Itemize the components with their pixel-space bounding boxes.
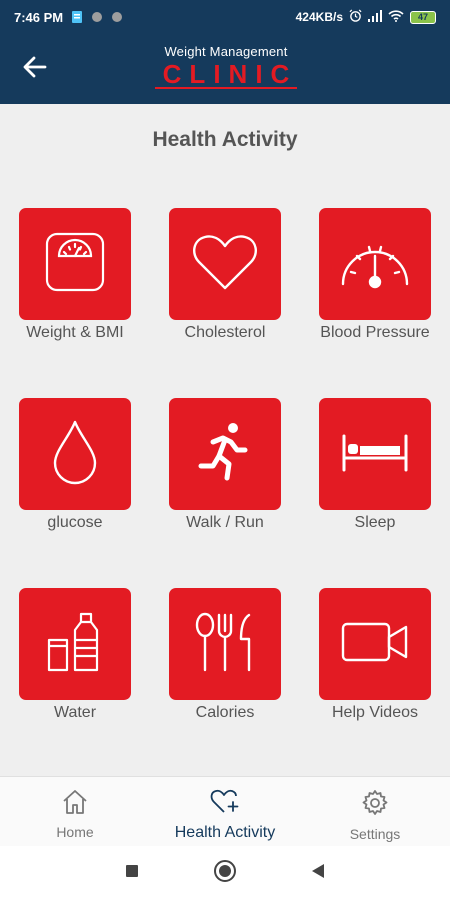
tile-box bbox=[19, 208, 131, 320]
tile-water[interactable]: Water bbox=[0, 588, 150, 728]
heart-plus-icon bbox=[210, 789, 240, 820]
system-back-button[interactable] bbox=[308, 863, 328, 883]
tile-label: Help Videos bbox=[332, 704, 418, 721]
tile-box bbox=[169, 588, 281, 700]
gear-icon bbox=[361, 789, 389, 822]
nav-label: Health Activity bbox=[174, 824, 276, 841]
logo-main-text: CLINIC bbox=[154, 61, 298, 89]
app-bar: Weight Management CLINIC bbox=[0, 34, 450, 104]
signal-icon bbox=[368, 9, 382, 25]
tile-box bbox=[169, 208, 281, 320]
notification-dot-icon bbox=[91, 11, 103, 23]
notification-app-icon bbox=[71, 11, 83, 23]
video-camera-icon bbox=[340, 620, 410, 669]
tile-cholesterol[interactable]: Cholesterol bbox=[150, 208, 300, 348]
tile-label: glucose bbox=[47, 514, 103, 531]
nav-label: Home bbox=[56, 824, 94, 840]
page-title: Health Activity bbox=[152, 128, 298, 151]
back-button[interactable] bbox=[18, 54, 52, 84]
tile-box bbox=[169, 398, 281, 510]
tile-blood-pressure[interactable]: Blood Pressure bbox=[300, 208, 450, 348]
drop-icon bbox=[51, 419, 99, 490]
tile-glucose[interactable]: glucose bbox=[0, 398, 150, 538]
nav-health-activity[interactable]: Health Activity bbox=[150, 777, 300, 846]
tile-box bbox=[319, 588, 431, 700]
home-system-button[interactable] bbox=[213, 859, 237, 888]
tile-box bbox=[319, 398, 431, 510]
tile-label: Cholesterol bbox=[184, 324, 266, 341]
tile-label: Water bbox=[53, 704, 97, 721]
weighing-scale-icon bbox=[43, 230, 107, 299]
network-speed: 424KB/s bbox=[295, 10, 343, 24]
notification-dot-icon bbox=[111, 11, 123, 23]
recents-button[interactable] bbox=[122, 863, 142, 883]
tile-box bbox=[19, 588, 131, 700]
wifi-icon bbox=[388, 9, 404, 25]
bed-icon bbox=[340, 432, 410, 477]
status-right: 424KB/s 47 bbox=[296, 9, 436, 25]
tile-box bbox=[19, 398, 131, 510]
heart-icon bbox=[191, 232, 259, 297]
bottom-nav: Home Health Activity Settings bbox=[0, 776, 450, 846]
tile-label: Walk / Run bbox=[186, 514, 264, 531]
nav-home[interactable]: Home bbox=[0, 777, 150, 846]
clinic-logo: Weight Management CLINIC bbox=[150, 44, 302, 89]
circle-icon bbox=[213, 859, 237, 888]
water-bottle-icon bbox=[45, 610, 105, 679]
back-arrow-icon bbox=[23, 56, 47, 83]
tile-label: Sleep bbox=[354, 514, 396, 531]
alarm-icon bbox=[349, 9, 362, 25]
triangle-back-icon bbox=[311, 863, 325, 884]
battery-icon: 47 bbox=[410, 10, 436, 24]
system-nav-bar bbox=[0, 846, 450, 900]
tile-label: Weight & BMI bbox=[26, 324, 124, 341]
tile-label: Calories bbox=[195, 704, 255, 721]
nav-label: Settings bbox=[349, 826, 401, 842]
status-bar: 7:46 PM 424KB/s 47 bbox=[0, 0, 450, 34]
status-left: 7:46 PM bbox=[14, 10, 123, 25]
tile-help-videos[interactable]: Help Videos bbox=[300, 588, 450, 728]
tile-walk-run[interactable]: Walk / Run bbox=[150, 398, 300, 538]
tile-label: Blood Pressure bbox=[320, 324, 430, 341]
nav-settings[interactable]: Settings bbox=[300, 777, 450, 846]
square-icon bbox=[125, 864, 139, 883]
tile-sleep[interactable]: Sleep bbox=[300, 398, 450, 538]
running-person-icon bbox=[195, 420, 255, 489]
tile-weight-bmi[interactable]: Weight & BMI bbox=[0, 208, 150, 348]
status-time: 7:46 PM bbox=[14, 9, 64, 25]
tile-calories[interactable]: Calories bbox=[150, 588, 300, 728]
gauge-icon bbox=[337, 232, 413, 297]
tile-box bbox=[319, 208, 431, 320]
logo-top-text: Weight Management bbox=[164, 44, 288, 59]
cutlery-icon bbox=[193, 611, 257, 678]
home-icon bbox=[61, 789, 89, 820]
